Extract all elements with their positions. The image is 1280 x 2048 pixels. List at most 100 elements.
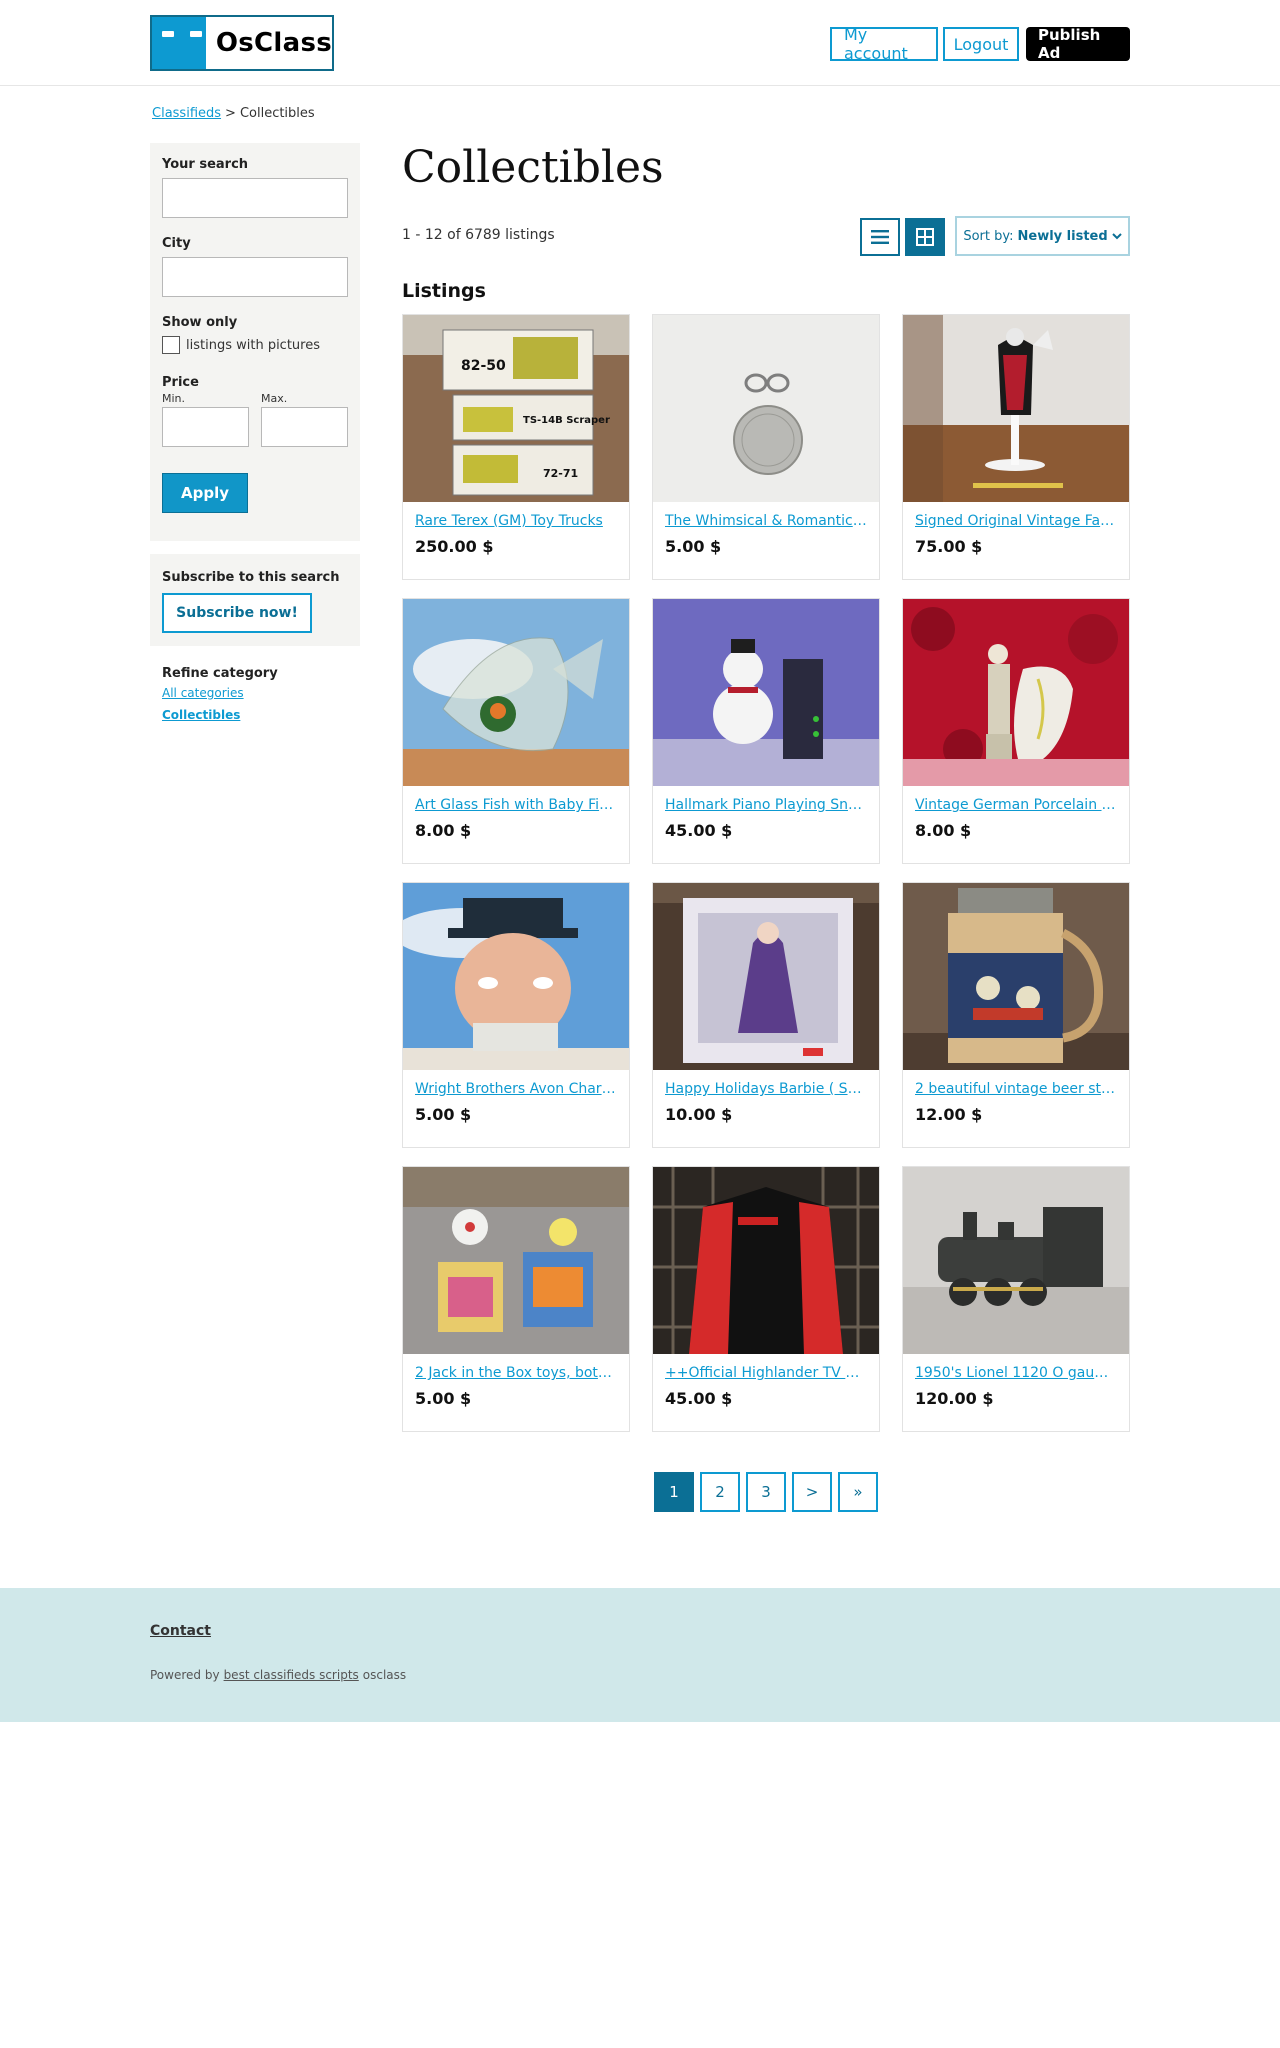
listing-card: The Whimsical & Romantic Silver Charm 5.… <box>652 314 880 580</box>
silver-charm-photo <box>653 315 879 502</box>
powered-prefix: Powered by <box>150 1668 220 1682</box>
listing-image-link[interactable] <box>653 1167 879 1354</box>
logo-text: OsClass <box>215 28 332 58</box>
listing-card: 2 Jack in the Box toys, both working 5.0… <box>402 1166 630 1432</box>
pictures-checkbox[interactable] <box>162 336 180 354</box>
pictures-checkbox-row[interactable]: listings with pictures <box>162 336 320 354</box>
locomotive-photo <box>903 1167 1129 1354</box>
fantasy-figure-photo <box>903 315 1129 502</box>
listing-price: 12.00 $ <box>915 1105 983 1124</box>
listing-title-link[interactable]: 2 Jack in the Box toys, both working <box>415 1365 617 1381</box>
listing-title-link[interactable]: 1950's Lionel 1120 O gauge Locomotive <box>915 1365 1117 1381</box>
listing-title-link[interactable]: 2 beautiful vintage beer steins <box>915 1081 1117 1097</box>
city-label: City <box>162 236 191 251</box>
porcelain-vase-photo <box>903 599 1129 786</box>
listing-title-link[interactable]: Signed Original Vintage Fantasy Figure <box>915 513 1117 529</box>
sort-prefix: Sort by: <box>963 228 1014 244</box>
listing-card: ++Official Highlander TV Series Jacket 4… <box>652 1166 880 1432</box>
listing-price: 45.00 $ <box>665 821 733 840</box>
listing-title-link[interactable]: Happy Holidays Barbie ( Special Edition … <box>665 1081 867 1097</box>
listing-image-link[interactable] <box>903 315 1129 502</box>
listing-title-link[interactable]: Vintage German Porcelain Vase <box>915 797 1117 813</box>
snowman-photo <box>653 599 879 786</box>
listing-image-link[interactable] <box>903 599 1129 786</box>
page-2-button[interactable]: 2 <box>700 1472 740 1512</box>
jacket-photo <box>653 1167 879 1354</box>
listing-title-link[interactable]: The Whimsical & Romantic Silver Charm <box>665 513 867 529</box>
sort-dropdown[interactable]: Sort by: Newly listed <box>955 216 1130 256</box>
listing-price: 120.00 $ <box>915 1389 994 1408</box>
listing-card: 2 beautiful vintage beer steins 12.00 $ <box>902 882 1130 1148</box>
listing-title-link[interactable]: Art Glass Fish with Baby Fish Inside <box>415 797 617 813</box>
price-min-label: Min. <box>162 392 186 405</box>
subscribe-panel: Subscribe to this search Subscribe now! <box>150 554 360 646</box>
show-only-label: Show only <box>162 315 238 330</box>
listing-title-link[interactable]: Hallmark Piano Playing Snowman <box>665 797 867 813</box>
listing-image-link[interactable] <box>903 1167 1129 1354</box>
publish-ad-button[interactable]: Publish Ad <box>1026 26 1130 62</box>
logout-button[interactable]: Logout <box>943 27 1019 61</box>
apply-group: Apply <box>162 473 248 513</box>
search-filters-panel: Your search City Show only listings with… <box>150 143 360 541</box>
site-logo[interactable]: OsClass <box>150 15 334 71</box>
show-only-group: Show only listings with pictures <box>162 315 320 354</box>
listing-price: 75.00 $ <box>915 537 983 556</box>
subscribe-now-button[interactable]: Subscribe now! <box>162 593 312 633</box>
classifieds-scripts-link[interactable]: best classifieds scripts <box>224 1668 359 1682</box>
listing-price: 10.00 $ <box>665 1105 733 1124</box>
listing-card: 82-50 TS-14B Scraper 72-71 Rare Terex (G… <box>402 314 630 580</box>
collectibles-category-link[interactable]: Collectibles <box>162 708 278 722</box>
listing-image-link[interactable]: 82-50 TS-14B Scraper 72-71 <box>403 315 629 502</box>
listing-card: Signed Original Vintage Fantasy Figure 7… <box>902 314 1130 580</box>
svg-text:82-50: 82-50 <box>461 358 506 374</box>
list-view-button[interactable] <box>860 218 900 256</box>
refine-category: Refine category All categories Collectib… <box>162 666 278 722</box>
pictures-checkbox-label: listings with pictures <box>186 337 320 353</box>
listing-title-link[interactable]: ++Official Highlander TV Series Jacket <box>665 1365 867 1381</box>
search-input[interactable] <box>162 178 348 218</box>
listing-title-link[interactable]: Wright Brothers Avon Character Mug <box>415 1081 617 1097</box>
page-3-button[interactable]: 3 <box>746 1472 786 1512</box>
sort-value: Newly listed <box>1017 228 1108 244</box>
all-categories-link[interactable]: All categories <box>162 686 278 700</box>
subscribe-label: Subscribe to this search <box>162 570 340 585</box>
listing-image-link[interactable] <box>653 315 879 502</box>
page-1-button[interactable]: 1 <box>654 1472 694 1512</box>
price-max-input[interactable] <box>261 407 348 447</box>
listing-price: 5.00 $ <box>665 537 722 556</box>
listing-price: 250.00 $ <box>415 537 494 556</box>
next-page-button[interactable]: > <box>792 1472 832 1512</box>
listing-image-link[interactable] <box>903 883 1129 1070</box>
price-min-col: Min. <box>162 392 249 447</box>
listing-price: 8.00 $ <box>915 821 972 840</box>
svg-text:72-71: 72-71 <box>543 467 578 480</box>
city-input[interactable] <box>162 257 348 297</box>
listing-card: Vintage German Porcelain Vase 8.00 $ <box>902 598 1130 864</box>
last-page-button[interactable]: » <box>838 1472 878 1512</box>
powered-suffix: osclass <box>362 1668 407 1682</box>
my-account-button[interactable]: My account <box>830 25 938 63</box>
grid-view-icon <box>916 228 934 246</box>
pagination: 1 2 3 > » <box>654 1472 878 1512</box>
price-min-input[interactable] <box>162 407 249 447</box>
chevron-down-icon <box>1111 232 1122 239</box>
listing-image-link[interactable] <box>403 599 629 786</box>
listing-card: Art Glass Fish with Baby Fish Inside 8.0… <box>402 598 630 864</box>
listing-image-link[interactable] <box>653 599 879 786</box>
price-max-col: Max. <box>261 392 348 447</box>
apply-button[interactable]: Apply <box>162 473 248 513</box>
price-group: Price Min. Max. <box>162 375 348 447</box>
listing-title-link[interactable]: Rare Terex (GM) Toy Trucks <box>415 513 617 529</box>
listings-grid: 82-50 TS-14B Scraper 72-71 Rare Terex (G… <box>402 314 1130 1432</box>
listing-price: 5.00 $ <box>415 1105 472 1124</box>
contact-link[interactable]: Contact <box>150 1623 211 1639</box>
powered-by: Powered by best classifieds scripts oscl… <box>150 1668 406 1682</box>
listing-price: 5.00 $ <box>415 1389 472 1408</box>
listing-image-link[interactable] <box>653 883 879 1070</box>
listing-image-link[interactable] <box>403 883 629 1070</box>
listing-image-link[interactable] <box>403 1167 629 1354</box>
logo-icon <box>152 17 206 69</box>
grid-view-button[interactable] <box>905 218 945 256</box>
listing-price: 45.00 $ <box>665 1389 733 1408</box>
breadcrumb-classifieds-link[interactable]: Classifieds <box>152 106 221 121</box>
